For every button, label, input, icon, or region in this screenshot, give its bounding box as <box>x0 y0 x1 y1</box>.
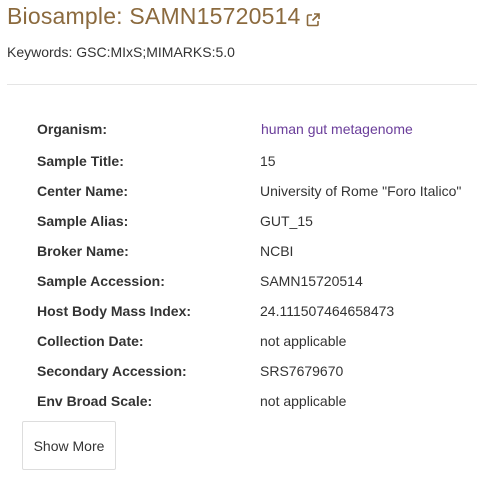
attribute-label: Host Body Mass Index: <box>37 303 192 319</box>
organism-link[interactable]: human gut metagenome <box>261 121 413 137</box>
attribute-row-sample-alias: Sample Alias: GUT_15 <box>37 210 477 240</box>
attribute-value: not applicable <box>260 393 347 409</box>
attribute-label: Organism: <box>37 121 108 137</box>
attribute-row-sample-accession: Sample Accession: SAMN15720514 <box>37 270 477 300</box>
attribute-row-organism: Organism: human gut metagenome <box>37 118 477 150</box>
attribute-value: 24.111507464658473 <box>260 303 395 319</box>
attribute-value: SRS7679670 <box>260 363 344 379</box>
title-row: Biosample: SAMN15720514 <box>7 3 320 30</box>
page-title: Biosample: SAMN15720514 <box>7 3 301 29</box>
attribute-value: NCBI <box>260 243 294 259</box>
attribute-table: Organism: human gut metagenome Sample Ti… <box>37 118 477 420</box>
attribute-label: Collection Date: <box>37 333 144 349</box>
external-link-icon[interactable] <box>306 12 320 27</box>
attribute-label: Sample Alias: <box>37 213 129 229</box>
attribute-value: 15 <box>260 153 276 169</box>
show-more-button[interactable]: Show More <box>22 421 116 470</box>
attribute-label: Broker Name: <box>37 243 129 259</box>
biosample-page: Biosample: SAMN15720514 Keywords: GSC:MI… <box>0 0 477 479</box>
attribute-label: Env Broad Scale: <box>37 393 153 409</box>
attribute-row-env-broad-scale: Env Broad Scale: not applicable <box>37 390 477 420</box>
attribute-row-host-bmi: Host Body Mass Index: 24.111507464658473 <box>37 300 477 330</box>
keywords-text: Keywords: GSC:MIxS;MIMARKS:5.0 <box>7 44 235 60</box>
attribute-row-center-name: Center Name: University of Rome "Foro It… <box>37 180 477 210</box>
attribute-label: Sample Title: <box>37 153 124 169</box>
attribute-label: Sample Accession: <box>37 273 165 289</box>
attribute-label: Center Name: <box>37 183 129 199</box>
attribute-row-secondary-accession: Secondary Accession: SRS7679670 <box>37 360 477 390</box>
attribute-row-sample-title: Sample Title: 15 <box>37 150 477 180</box>
attribute-value: University of Rome "Foro Italico" <box>260 183 462 199</box>
attribute-row-collection-date: Collection Date: not applicable <box>37 330 477 360</box>
attribute-value: GUT_15 <box>260 213 313 229</box>
attribute-row-broker-name: Broker Name: NCBI <box>37 240 477 270</box>
attribute-label: Secondary Accession: <box>37 363 187 379</box>
attribute-value: not applicable <box>260 333 347 349</box>
attribute-value: SAMN15720514 <box>260 273 363 289</box>
divider <box>7 84 477 85</box>
